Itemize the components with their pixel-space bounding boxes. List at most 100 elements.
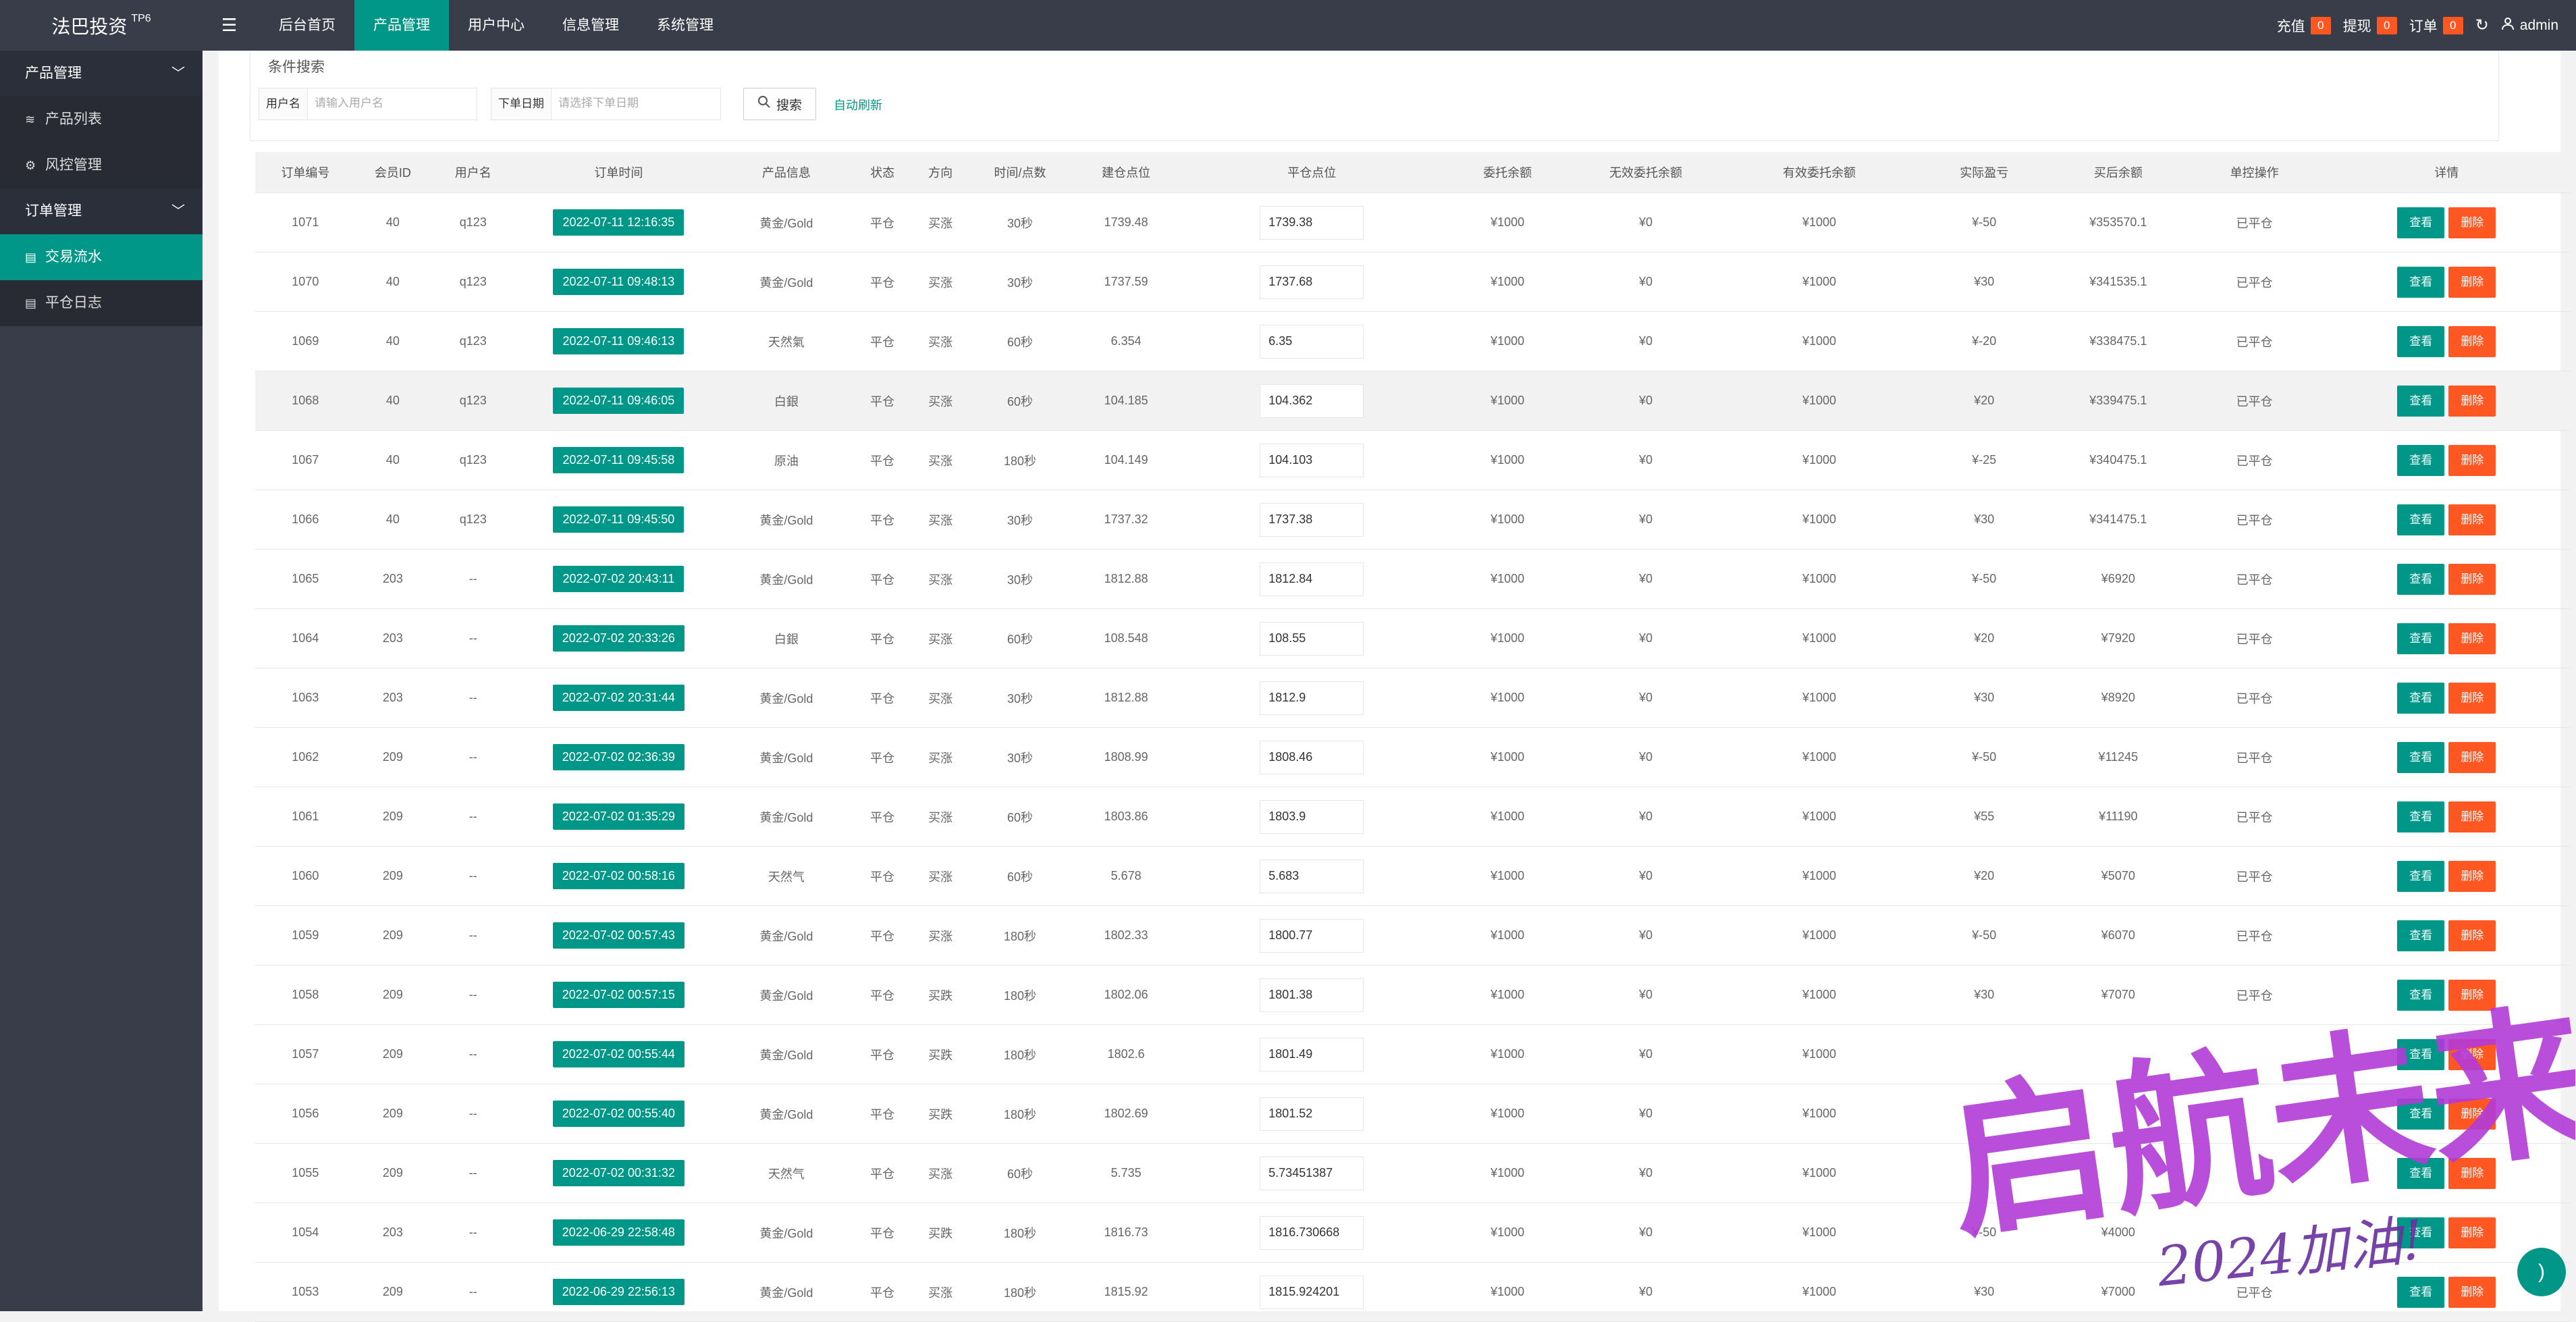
table-row[interactable]: 1059 209 -- 2022-07-02 00:57:43 黄金/Gold 平仓 买涨 1…: [255, 905, 2571, 966]
close-price-input[interactable]: [1260, 859, 1364, 893]
table-row[interactable]: 1062 209 -- 2022-07-02 02:36:39 黄金/Gold 平仓 买涨 3…: [255, 727, 2571, 787]
date-input[interactable]: [552, 88, 720, 118]
recharge-link[interactable]: 充值 0: [2277, 16, 2331, 36]
close-price-input[interactable]: [1260, 740, 1364, 774]
auto-refresh-link[interactable]: 自动刷新: [834, 96, 882, 113]
table-row[interactable]: 1068 40 q123 2022-07-11 09:46:05 白銀 平仓 买涨 60秒 10…: [255, 371, 2571, 431]
sidebar-item-close-log[interactable]: ▤ 平仓日志: [0, 280, 203, 326]
delete-button[interactable]: 删除: [2448, 207, 2496, 238]
table-row[interactable]: 1070 40 q123 2022-07-11 09:48:13 黄金/Gold 平仓 买涨…: [255, 252, 2571, 312]
table-row[interactable]: 1067 40 q123 2022-07-11 09:45:58 原油 平仓 买涨 180秒 1…: [255, 430, 2571, 490]
withdraw-label: 提现: [2342, 18, 2371, 34]
delete-button[interactable]: 删除: [2448, 623, 2496, 654]
nav-product-management[interactable]: 产品管理: [354, 0, 449, 51]
table-row[interactable]: 1057 209 -- 2022-07-02 00:55:44 黄金/Gold 平仓 买跌 1…: [255, 1024, 2571, 1084]
delete-button[interactable]: 删除: [2448, 1098, 2496, 1130]
refresh-icon[interactable]: ↻: [2475, 16, 2489, 35]
close-price-input[interactable]: [1260, 978, 1364, 1012]
order-link[interactable]: 订单 0: [2409, 16, 2463, 36]
delete-button[interactable]: 删除: [2448, 325, 2496, 357]
delete-button[interactable]: 删除: [2448, 266, 2496, 298]
view-button[interactable]: 查看: [2397, 1217, 2445, 1248]
close-price-input[interactable]: [1260, 1215, 1364, 1250]
view-button[interactable]: 查看: [2397, 682, 2445, 714]
table-row[interactable]: 1060 209 -- 2022-07-02 00:58:16 天然气 平仓 买涨 60秒 5.…: [255, 846, 2571, 906]
close-price-input[interactable]: [1260, 1096, 1364, 1131]
close-price-input[interactable]: [1260, 1275, 1364, 1309]
view-button[interactable]: 查看: [2397, 920, 2445, 951]
username-input[interactable]: [308, 88, 477, 118]
close-price-input[interactable]: [1260, 621, 1364, 656]
close-price-input[interactable]: [1260, 799, 1364, 834]
table-row[interactable]: 1066 40 q123 2022-07-11 09:45:50 黄金/Gold 平仓 买涨…: [255, 490, 2571, 550]
delete-button[interactable]: 删除: [2448, 1276, 2496, 1308]
delete-button[interactable]: 删除: [2448, 920, 2496, 951]
close-price-input[interactable]: [1260, 205, 1364, 240]
delete-button[interactable]: 删除: [2448, 444, 2496, 476]
delete-button[interactable]: 删除: [2448, 385, 2496, 417]
view-button[interactable]: 查看: [2397, 563, 2445, 595]
sidebar-group-product[interactable]: 产品管理 ﹀: [0, 51, 203, 97]
sidebar-item-risk-control[interactable]: ⚙ 风控管理: [0, 142, 203, 188]
delete-button[interactable]: 删除: [2448, 504, 2496, 535]
withdraw-link[interactable]: 提现 0: [2343, 16, 2397, 36]
table-row[interactable]: 1071 40 q123 2022-07-11 12:16:35 黄金/Gold 平仓 买涨…: [255, 192, 2571, 253]
menu-toggle-icon[interactable]: ☰: [221, 0, 237, 51]
delete-button[interactable]: 删除: [2448, 801, 2496, 832]
table-row[interactable]: 1061 209 -- 2022-07-02 01:35:29 黄金/Gold 平仓 买涨 6…: [255, 787, 2571, 847]
delete-button[interactable]: 删除: [2448, 563, 2496, 595]
close-price-input[interactable]: [1260, 384, 1364, 418]
nav-home[interactable]: 后台首页: [260, 0, 354, 51]
view-button[interactable]: 查看: [2397, 325, 2445, 357]
view-button[interactable]: 查看: [2397, 504, 2445, 535]
logo[interactable]: 法巴投资 TP6: [0, 0, 203, 51]
sidebar-item-product-list[interactable]: ≋ 产品列表: [0, 97, 203, 142]
close-price-input[interactable]: [1260, 443, 1364, 477]
view-button[interactable]: 查看: [2397, 860, 2445, 892]
user-menu[interactable]: admin: [2501, 17, 2558, 34]
delete-button[interactable]: 删除: [2448, 1217, 2496, 1248]
close-price-input[interactable]: [1260, 502, 1364, 537]
view-button[interactable]: 查看: [2397, 979, 2445, 1011]
delete-button[interactable]: 删除: [2448, 979, 2496, 1011]
table-row[interactable]: 1065 203 -- 2022-07-02 20:43:11 黄金/Gold 平仓 买涨 3…: [255, 549, 2571, 609]
view-button[interactable]: 查看: [2397, 1276, 2445, 1308]
search-button[interactable]: 搜索: [743, 88, 816, 120]
view-button[interactable]: 查看: [2397, 1038, 2445, 1070]
table-row[interactable]: 1064 203 -- 2022-07-02 20:33:26 白銀 平仓 买涨 60秒 108…: [255, 608, 2571, 668]
floating-help-button[interactable]: ): [2517, 1248, 2566, 1296]
view-button[interactable]: 查看: [2397, 266, 2445, 298]
view-button[interactable]: 查看: [2397, 207, 2445, 238]
close-price-input[interactable]: [1260, 1037, 1364, 1072]
nav-info-management[interactable]: 信息管理: [543, 0, 638, 51]
view-button[interactable]: 查看: [2397, 801, 2445, 832]
table-row[interactable]: 1053 209 -- 2022-06-29 22:56:13 黄金/Gold 平仓 买涨 1…: [255, 1262, 2571, 1322]
table-row[interactable]: 1056 209 -- 2022-07-02 00:55:40 黄金/Gold 平仓 买跌 1…: [255, 1084, 2571, 1144]
close-price-input[interactable]: [1260, 918, 1364, 953]
view-button[interactable]: 查看: [2397, 1098, 2445, 1130]
delete-button[interactable]: 删除: [2448, 860, 2496, 892]
close-price-input[interactable]: [1260, 562, 1364, 596]
close-price-input[interactable]: [1260, 265, 1364, 299]
view-button[interactable]: 查看: [2397, 1157, 2445, 1189]
view-button[interactable]: 查看: [2397, 623, 2445, 654]
close-price-input[interactable]: [1260, 1156, 1364, 1190]
table-row[interactable]: 1054 203 -- 2022-06-29 22:58:48 黄金/Gold 平仓 买跌 1…: [255, 1202, 2571, 1263]
close-price-input[interactable]: [1260, 681, 1364, 715]
sidebar-group-order[interactable]: 订单管理 ﹀: [0, 188, 203, 234]
nav-user-center[interactable]: 用户中心: [449, 0, 543, 51]
view-button[interactable]: 查看: [2397, 444, 2445, 476]
view-button[interactable]: 查看: [2397, 385, 2445, 417]
table-row[interactable]: 1063 203 -- 2022-07-02 20:31:44 黄金/Gold 平仓 买涨 3…: [255, 668, 2571, 728]
nav-system-management[interactable]: 系统管理: [638, 0, 732, 51]
delete-button[interactable]: 删除: [2448, 1157, 2496, 1189]
table-row[interactable]: 1058 209 -- 2022-07-02 00:57:15 黄金/Gold 平仓 买跌 1…: [255, 965, 2571, 1025]
sidebar-item-trade-flow[interactable]: ▤ 交易流水: [0, 234, 203, 280]
view-button[interactable]: 查看: [2397, 741, 2445, 773]
close-price-input[interactable]: [1260, 324, 1364, 359]
table-row[interactable]: 1055 209 -- 2022-07-02 00:31:32 天然气 平仓 买涨 60秒 5.…: [255, 1143, 2571, 1203]
table-row[interactable]: 1069 40 q123 2022-07-11 09:46:13 天然氣 平仓 买涨 60秒 6…: [255, 311, 2571, 371]
delete-button[interactable]: 删除: [2448, 1038, 2496, 1070]
delete-button[interactable]: 删除: [2448, 682, 2496, 714]
delete-button[interactable]: 删除: [2448, 741, 2496, 773]
